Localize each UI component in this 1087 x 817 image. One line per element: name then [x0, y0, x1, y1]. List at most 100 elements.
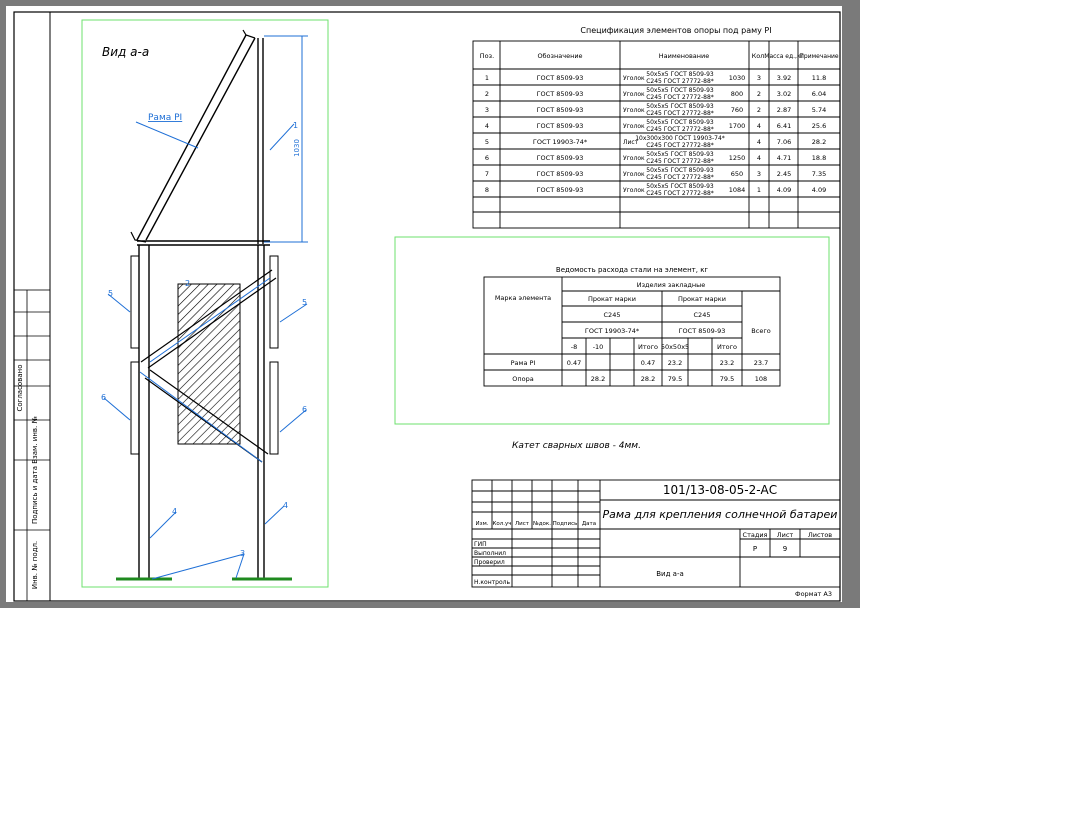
- tb-role-checked: Проверил: [474, 559, 505, 566]
- spec-cell-mass: 2.87: [777, 106, 791, 114]
- spec-cell-name-bottom: С245 ГОСТ 27772-88*: [646, 78, 714, 85]
- steel-grade2: С245: [694, 311, 711, 319]
- steel-sub-10: -10: [593, 343, 604, 351]
- spec-cell-pos: 4: [485, 122, 489, 130]
- side-stamp-sign-date: Подпись и дата: [31, 466, 39, 524]
- spec-cell-name-prefix: Уголок: [623, 123, 645, 130]
- spec-cell-name-bottom: С245 ГОСТ 27772-88*: [646, 174, 714, 181]
- spec-cell-name-prefix: Уголок: [623, 187, 645, 194]
- tb-stage-label: Стадия: [743, 531, 768, 539]
- spec-cell-pos: 2: [485, 90, 489, 98]
- drawing-sheet: Согласовано Взам. инв. № Подпись и дата …: [6, 6, 842, 602]
- marker-4-left: 4: [172, 507, 177, 516]
- spec-cell-pos: 8: [485, 186, 489, 194]
- steel-cell-name: Опора: [512, 375, 533, 383]
- spec-cell-name-prefix: Уголок: [623, 75, 645, 82]
- weld-note: Катет сварных швов - 4мм.: [512, 441, 641, 451]
- spec-cell-qty: 3: [757, 170, 761, 178]
- steel-cell-grand-total: 23.7: [754, 359, 768, 367]
- marker-5-right: 5: [302, 298, 307, 307]
- steel-sub-total1: Итого: [638, 343, 658, 351]
- tb-role-performed: Выполнил: [474, 550, 506, 557]
- spec-cell-mass: 4.71: [777, 154, 791, 162]
- view-title: Вид а-а: [102, 45, 149, 59]
- steel-sub-total2: Итого: [717, 343, 737, 351]
- spec-cell-note: 18.8: [812, 154, 826, 162]
- spec-cell-pos: 5: [485, 138, 489, 146]
- steel-sub-angle: 50х50х5: [661, 343, 689, 351]
- tb-sheets-label: Листов: [808, 531, 832, 539]
- spec-title: Спецификация элементов опоры под раму PI: [580, 26, 771, 35]
- steel-col-prokat2: Прокат марки: [678, 295, 726, 303]
- spec-cell-mass: 2.45: [777, 170, 791, 178]
- steel-cell-total1: 28.2: [641, 375, 655, 383]
- spec-cell-name-top: 50х5х5 ГОСТ 8509-93: [646, 167, 714, 174]
- spec-cell-mass: 6.41: [777, 122, 791, 130]
- marker-6-right: 6: [302, 405, 307, 414]
- spec-cell-qty: 4: [757, 122, 761, 130]
- steel-grade1: С245: [604, 311, 621, 319]
- spec-cell-note: 25.6: [812, 122, 826, 130]
- marker-1: 1: [293, 121, 298, 130]
- side-stamp-agreed: Согласовано: [16, 364, 24, 411]
- spec-cell-name-prefix: Уголок: [623, 107, 645, 114]
- spec-cell-name-top: 50х5х5 ГОСТ 8509-93: [646, 71, 714, 78]
- spec-cell-length: 1250: [729, 154, 746, 162]
- spec-cell-qty: 3: [757, 74, 761, 82]
- spec-cell-length: 1030: [729, 74, 746, 82]
- doc-name: Рама для крепления солнечной батареи: [603, 508, 838, 521]
- tb-header-kol: Кол.уч: [492, 521, 511, 527]
- side-stamp-inv-orig: Инв. № подл.: [31, 541, 39, 589]
- spec-cell-length: 1700: [729, 122, 746, 130]
- spec-cell-designation: ГОСТ 8509-93: [537, 154, 584, 162]
- tb-sheet-label: Лист: [777, 531, 794, 539]
- steel-col-group: Изделия закладные: [637, 281, 706, 289]
- spec-cell-pos: 6: [485, 154, 489, 162]
- format-label: Формат А3: [795, 590, 832, 598]
- spec-cell-name-top: 50х5х5 ГОСТ 8509-93: [646, 183, 714, 190]
- spec-header-name: Наименование: [659, 52, 710, 60]
- spec-cell-pos: 3: [485, 106, 489, 114]
- spec-cell-note: 5.74: [812, 106, 826, 114]
- spec-cell-length: 1084: [729, 186, 746, 194]
- spec-cell-mass: 3.92: [777, 74, 791, 82]
- steel-gost1: ГОСТ 19903-74*: [585, 327, 640, 335]
- steel-cell-angle: 79.5: [668, 375, 682, 383]
- spec-cell-designation: ГОСТ 8509-93: [537, 170, 584, 178]
- tb-header-date: Дата: [582, 521, 596, 527]
- spec-cell-length: 760: [731, 106, 743, 114]
- spec-header-pos: Поз.: [480, 52, 494, 60]
- marker-3: 3: [240, 549, 245, 558]
- steel-cell-8: 0.47: [567, 359, 581, 367]
- spec-cell-name-bottom: С245 ГОСТ 27772-88*: [646, 142, 714, 149]
- spec-cell-note: 4.09: [812, 186, 826, 194]
- steel-cell-name: Рама PI: [511, 359, 536, 367]
- spec-cell-name-bottom: С245 ГОСТ 27772-88*: [646, 126, 714, 133]
- spec-header-mass: Масса ед.,кг: [764, 53, 803, 60]
- spec-cell-note: 6.04: [812, 90, 826, 98]
- spec-cell-mass: 3.02: [777, 90, 791, 98]
- spec-cell-note: 7.35: [812, 170, 826, 178]
- spec-cell-qty: 4: [757, 154, 761, 162]
- spec-cell-designation: ГОСТ 8509-93: [537, 186, 584, 194]
- spec-cell-note: 11.8: [812, 74, 826, 82]
- hatched-panel: [177, 283, 241, 445]
- spec-cell-name-top: 50х5х5 ГОСТ 8509-93: [646, 119, 714, 126]
- steel-title: Ведомость расхода стали на элемент, кг: [556, 266, 709, 274]
- side-stamp-inv-replace: Взам. инв. №: [31, 416, 39, 464]
- spec-cell-qty: 4: [757, 138, 761, 146]
- steel-col-total: Всего: [751, 327, 770, 335]
- steel-cell-10: 28.2: [591, 375, 605, 383]
- spec-cell-length: 650: [731, 170, 743, 178]
- tb-stage-value: Р: [753, 545, 757, 553]
- drawing-viewport[interactable]: Согласовано Взам. инв. № Подпись и дата …: [0, 0, 860, 608]
- spec-header-designation: Обозначение: [537, 52, 582, 60]
- spec-cell-designation: ГОСТ 8509-93: [537, 74, 584, 82]
- spec-header-note: Примечание: [799, 53, 838, 60]
- tb-header-sign: Подпись: [553, 521, 578, 527]
- spec-cell-length: 800: [731, 90, 743, 98]
- marker-2: 2: [185, 279, 190, 288]
- spec-cell-mass: 7.06: [777, 138, 791, 146]
- tb-header-list: Лист: [515, 521, 530, 527]
- marker-4-right: 4: [283, 501, 288, 510]
